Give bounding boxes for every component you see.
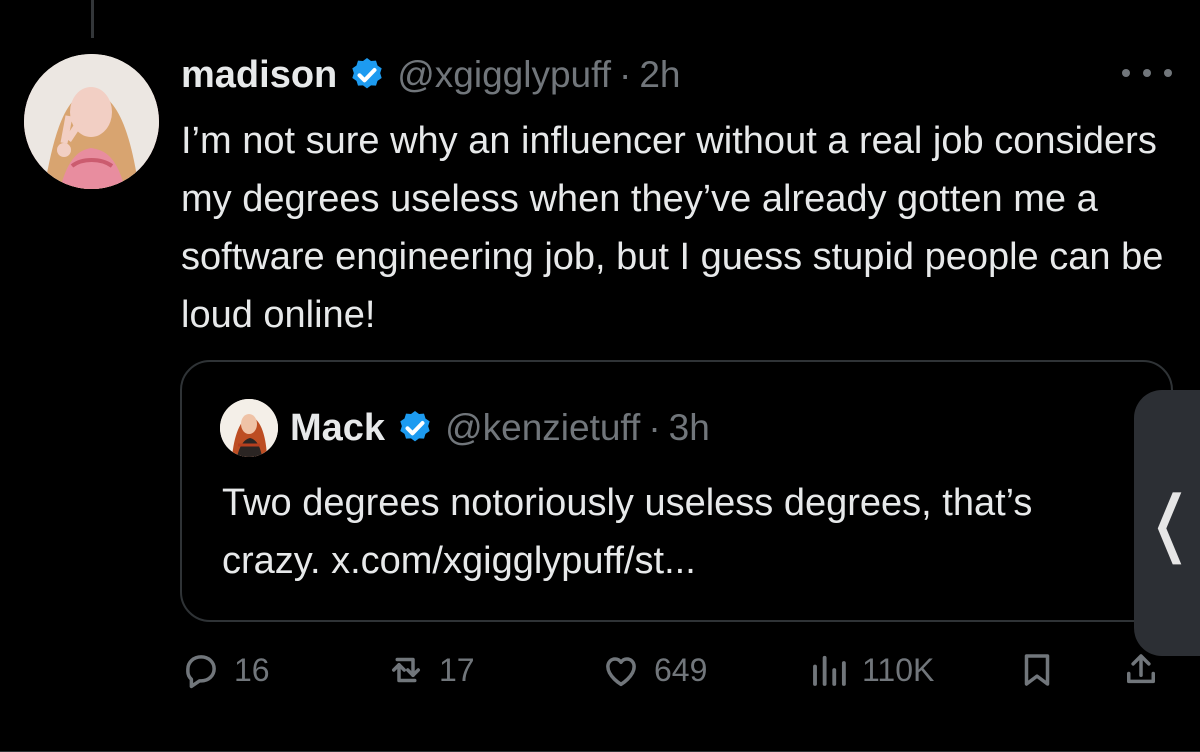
like-button[interactable]: 649 [600,640,707,700]
chevron-left-icon: ❬ [1144,482,1196,563]
repost-icon [392,657,420,683]
quoted-author-name[interactable]: Mack [290,407,385,450]
views-count: 110K [862,651,935,688]
side-collapse-tab[interactable]: ❬ [1134,390,1200,656]
meta-separator: · [619,54,632,95]
quoted-tweet-time[interactable]: 3h [669,407,710,449]
tweet-text: I’m not sure why an influencer without a… [181,120,1164,336]
more-icon[interactable] [1122,58,1172,88]
more-dot [1122,69,1130,77]
author-avatar-image [24,54,159,189]
author-name[interactable]: madison [181,54,337,97]
bookmark-button[interactable] [1016,640,1070,700]
author-avatar[interactable] [24,54,159,189]
reply-button[interactable]: 16 [180,640,270,700]
reply-count: 16 [234,651,270,688]
verified-icon [352,58,382,89]
like-count: 649 [654,651,708,688]
views-button[interactable]: 110K [808,640,934,700]
quoted-tweet-text: Two degrees notoriously useless degrees,… [222,482,1033,582]
views-icon [813,655,846,686]
tweet-actions: 16 17 649 110K [180,640,1170,700]
reply-icon [186,655,216,689]
author-handle[interactable]: @xgigglypuff [397,54,611,96]
quoted-author-avatar[interactable] [220,399,278,457]
quoted-tweet-header: Mack @kenzietuff · 3h [220,399,710,457]
like-icon [606,657,636,687]
quoted-tweet-card[interactable]: Mack @kenzietuff · 3h Two degrees notori… [180,360,1173,622]
meta-separator: · [648,407,661,448]
repost-button[interactable]: 17 [385,640,475,700]
more-dot [1164,69,1172,77]
more-dot [1143,69,1151,77]
quoted-author-handle[interactable]: @kenzietuff [445,407,640,449]
repost-count: 17 [439,651,475,688]
bookmark-icon [1024,654,1050,686]
quoted-avatar-image [220,399,278,457]
tweet-time[interactable]: 2h [639,54,680,96]
thread-connector-line [91,0,94,38]
tweet-header: madison @xgigglypuff · 2h [181,52,681,98]
verified-icon [400,411,430,442]
